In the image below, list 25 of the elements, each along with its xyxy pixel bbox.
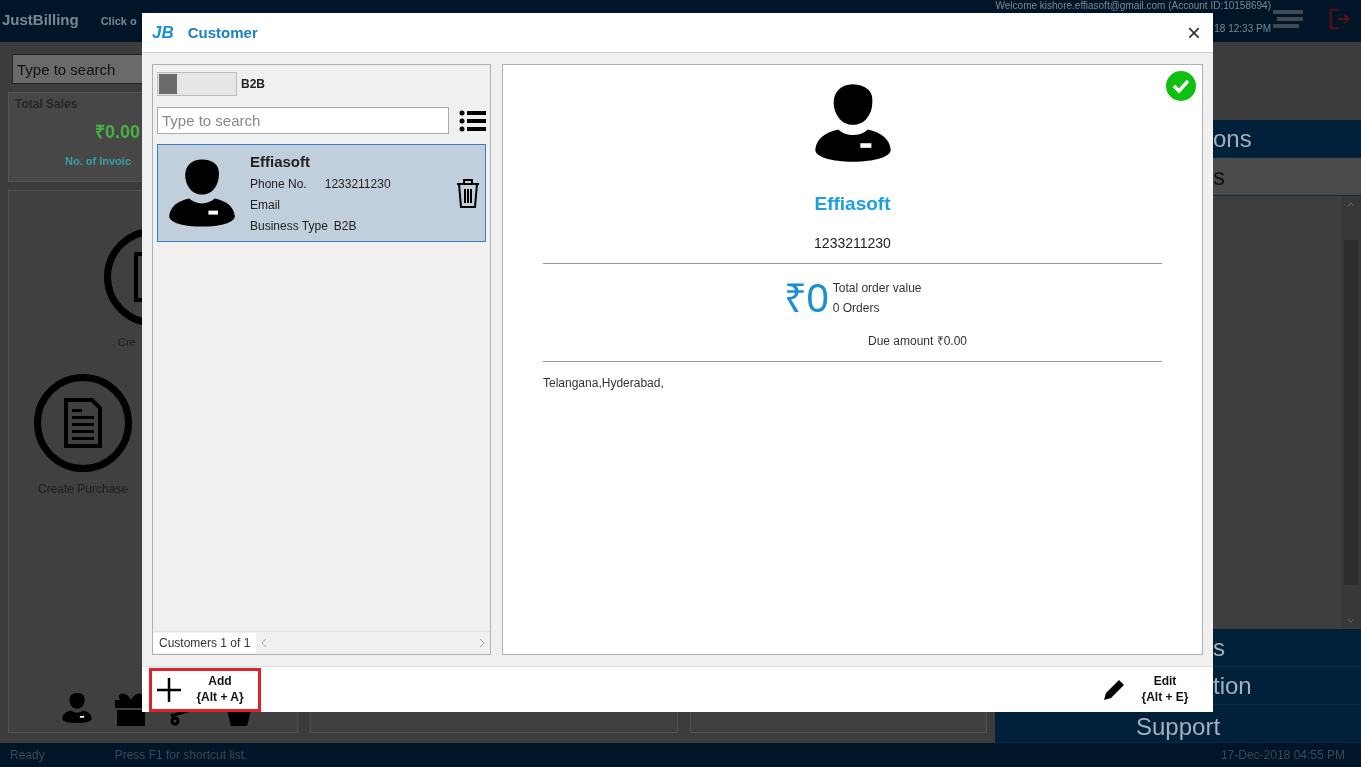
field-label: Phone No. <box>250 177 307 191</box>
welcome-text: Welcome kishore.effiasoft@gmail.com (Account ID:10158694) <box>995 0 1271 12</box>
order-count: 0 Orders <box>832 301 881 315</box>
header-datetime: 18 12:33 PM <box>1214 23 1271 35</box>
card-subtitle: No. of Invoic <box>65 155 131 167</box>
total-label: Total order value <box>832 281 922 295</box>
app-logo: JustBilling <box>2 11 79 28</box>
dialog-title: Customer <box>187 24 258 41</box>
field-label: Email <box>250 198 281 212</box>
customer-count: Customers 1 of 1 <box>153 633 257 653</box>
phone-number: 1233211230 <box>814 235 891 251</box>
customer-name: Effiasoft <box>250 153 311 170</box>
status-text: Ready <box>10 748 45 762</box>
order-total: ₹0 <box>783 278 829 318</box>
dialog-logo: JB <box>152 22 174 43</box>
status-datetime: 17-Dec-2018 04:55 PM <box>1220 748 1345 762</box>
due-amount: Due amount ₹0.00 <box>867 333 968 349</box>
customer-name: Effiasoft <box>814 193 891 215</box>
toggle-label: B2B <box>241 77 265 91</box>
phone-number: 1233211230 <box>324 177 391 191</box>
address-text: Telangana,Hyderabad, <box>543 376 664 390</box>
business-type: B2B <box>333 219 357 233</box>
header-hint: Click o <box>100 15 137 27</box>
sales-amount: ₹0.00 <box>95 121 141 143</box>
field-label: Business Type <box>250 219 328 233</box>
